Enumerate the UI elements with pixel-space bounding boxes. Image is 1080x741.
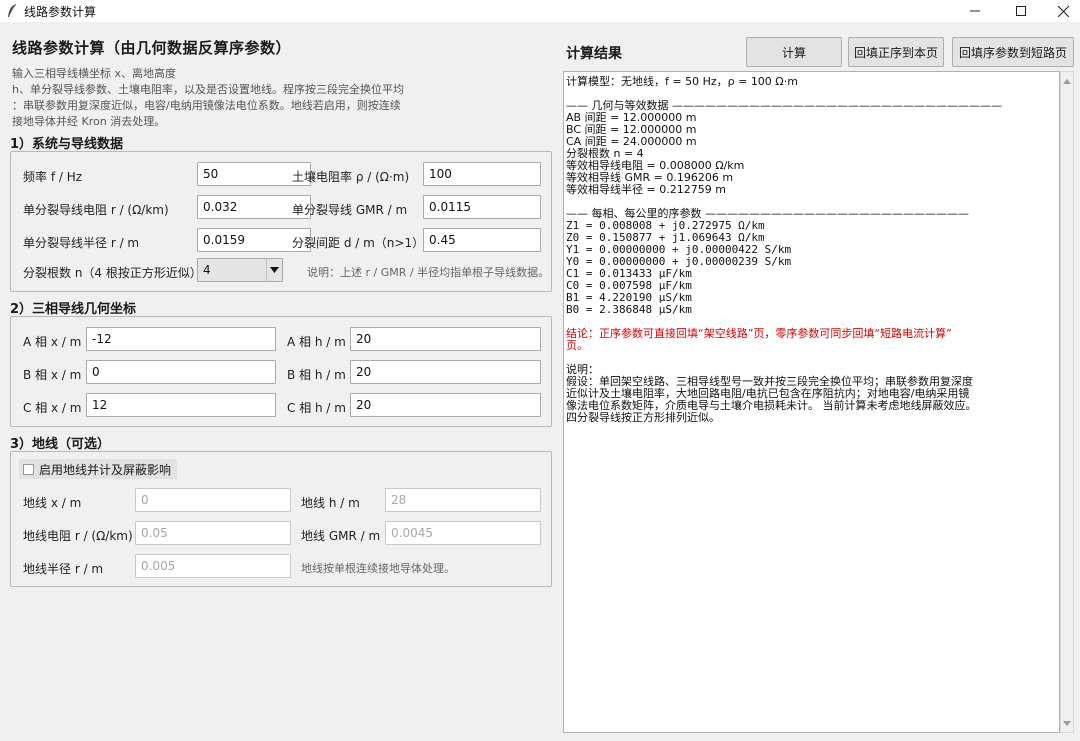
bundle-spacing-label: 分裂间距 d / m（n>1） (292, 236, 425, 250)
ground-wire-radius-input[interactable] (135, 554, 291, 578)
input-panel: 线路参数计算（由几何数据反算序参数） 输入三相导线横坐标 x、离地高度 h、单分… (0, 22, 560, 741)
phase-a-x-label: A 相 x / m (23, 335, 82, 349)
description-line: 接地导体并经 Kron 消去处理。 (12, 115, 166, 128)
section-heading-geometry: 2）三相导线几何坐标 (10, 302, 137, 317)
results-title: 计算结果 (566, 46, 622, 62)
phase-b-h-input[interactable] (350, 360, 541, 384)
conductor-gmr-input[interactable] (423, 195, 541, 219)
description-line: 输入三相导线横坐标 x、离地高度 (12, 67, 177, 80)
bundle-count-label: 分裂根数 n（4 根按正方形近似） (23, 266, 202, 280)
section-heading-ground-wire: 3）地线（可选） (10, 437, 111, 452)
fill-sequence-to-short-circuit-button[interactable]: 回填序参数到短路页 (952, 37, 1074, 67)
conclusion-line: 结论：正序参数可直接回填“架空线路”页，零序参数可同步回填“短路电流计算” (566, 327, 952, 340)
phase-a-h-label: A 相 h / m (287, 335, 346, 349)
result-line: B0 = 2.386848 μS/km (566, 303, 692, 316)
phase-geometry-group: A 相 x / m A 相 h / m B 相 x / m B 相 h / m … (10, 316, 552, 427)
ground-wire-resistance-label: 地线电阻 r / (Ω/km) (23, 529, 133, 543)
ground-wire-gmr-label: 地线 GMR / m (301, 529, 381, 543)
phase-c-x-label: C 相 x / m (23, 401, 82, 415)
feather-icon (6, 3, 18, 18)
checkbox-box[interactable] (23, 463, 34, 475)
bundle-count-select[interactable]: 4 (197, 258, 283, 282)
conductor-gmr-label: 单分裂导线 GMR / m (292, 203, 408, 217)
bundle-spacing-input[interactable] (423, 228, 541, 252)
conductor-radius-label: 单分裂导线半径 r / m (23, 236, 140, 250)
soil-resistivity-input[interactable] (423, 162, 541, 186)
chevron-down-icon[interactable] (266, 259, 282, 281)
close-icon (1057, 5, 1069, 17)
fill-positive-sequence-button[interactable]: 回填正序到本页 (848, 37, 944, 67)
ground-wire-h-input[interactable] (385, 488, 541, 512)
window-title: 线路参数计算 (24, 5, 97, 19)
page-title: 线路参数计算（由几何数据反算序参数） (12, 39, 292, 57)
ground-wire-h-label: 地线 h / m (301, 496, 360, 510)
minimize-icon (970, 6, 980, 16)
results-scrollbar[interactable] (1060, 71, 1074, 733)
phase-c-h-label: C 相 h / m (287, 401, 346, 415)
soil-resistivity-label: 土壤电阻率 ρ / (Ω·m) (292, 170, 410, 184)
ground-wire-group: 启用地线并计及屏蔽影响 地线 x / m 地线 h / m 地线电阻 r / (… (10, 451, 552, 587)
checkbox-label: 启用地线并计及屏蔽影响 (39, 462, 172, 477)
ground-wire-x-label: 地线 x / m (23, 496, 82, 510)
ground-wire-note: 地线按单根连续接地导体处理。 (301, 562, 455, 575)
ground-wire-radius-label: 地线半径 r / m (23, 562, 104, 576)
phase-c-h-input[interactable] (350, 393, 541, 417)
close-button[interactable] (1040, 0, 1080, 22)
description-line: h、单分裂导线参数、土壤电阻率，以及是否设置地线。程序按三段完全换位平均 (12, 83, 404, 96)
phase-c-x-input[interactable] (86, 393, 276, 417)
maximize-icon (1016, 6, 1026, 16)
minimize-button[interactable] (952, 0, 998, 22)
ground-wire-x-input[interactable] (135, 488, 291, 512)
conductor-resistance-label: 单分裂导线电阻 r / (Ω/km) (23, 203, 169, 217)
description-line: ：串联参数用复深度近似，电容/电纳用镜像法电位系数。地线若启用，则按连续 (12, 99, 401, 112)
phase-a-x-input[interactable] (86, 327, 276, 351)
phase-b-x-label: B 相 x / m (23, 368, 82, 382)
explanation-line: 四分裂导线按正方形排列近似。 (566, 411, 720, 424)
conclusion-line: 页。 (566, 339, 588, 352)
bundle-count-value: 4 (203, 263, 211, 277)
conductor-note: 说明：上述 r / GMR / 半径均指单根子导线数据。 (307, 266, 550, 279)
phase-b-x-input[interactable] (86, 360, 276, 384)
ground-wire-resistance-input[interactable] (135, 521, 291, 545)
scroll-up-icon[interactable] (1061, 74, 1073, 88)
result-line: 计算模型：无地线，f = 50 Hz，ρ = 100 Ω·m (566, 75, 798, 88)
ground-wire-gmr-input[interactable] (385, 521, 541, 545)
freq-label: 频率 f / Hz (23, 170, 83, 184)
result-line: 等效相导线半径 = 0.212759 m (566, 183, 726, 196)
enable-ground-wire-checkbox[interactable]: 启用地线并计及屏蔽影响 (19, 459, 178, 479)
section-heading-system: 1）系统与导线数据 (10, 137, 124, 152)
phase-a-h-input[interactable] (350, 327, 541, 351)
system-conductor-group: 频率 f / Hz 土壤电阻率 ρ / (Ω·m) 单分裂导线电阻 r / (Ω… (10, 151, 552, 292)
calculate-button[interactable]: 计算 (746, 37, 842, 67)
results-textbox[interactable]: 计算模型：无地线，f = 50 Hz，ρ = 100 Ω·m —— 几何与等效数… (563, 71, 1060, 733)
phase-b-h-label: B 相 h / m (287, 368, 346, 382)
maximize-button[interactable] (998, 0, 1044, 22)
scroll-down-icon[interactable] (1061, 716, 1073, 730)
title-bar: 线路参数计算 (0, 0, 1080, 22)
